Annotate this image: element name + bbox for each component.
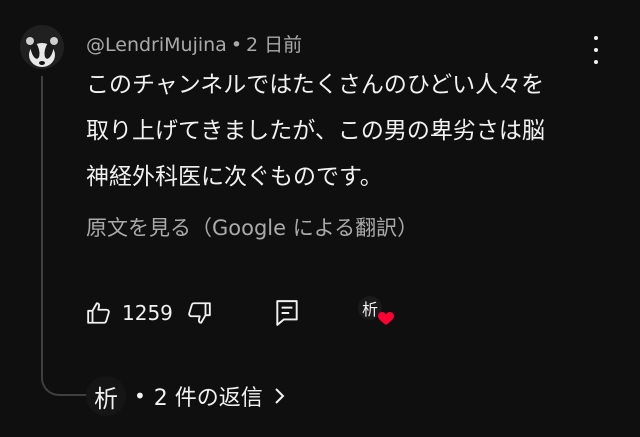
comment-time[interactable]: 2 日前 (246, 34, 302, 56)
like-count: 1259 (122, 301, 173, 325)
creator-heart-badge: 析 (358, 296, 394, 325)
thumb-up-icon (87, 302, 110, 324)
like-button[interactable]: 1259 (86, 296, 173, 330)
comment-line: 取り上げてきましたが、この男の卑劣さは脳 (86, 118, 545, 144)
comment-line: 神経外科医に次ぐものです。 (86, 164, 383, 190)
author-name[interactable]: @LendriMujina (86, 34, 227, 56)
creator-heart-icon (378, 312, 394, 325)
badger-avatar-image (20, 25, 64, 69)
reply-thread-line (41, 76, 87, 396)
replies-label: 2 件の返信 (153, 386, 263, 411)
dislike-button[interactable] (186, 296, 212, 330)
thumb-down-icon (188, 302, 211, 324)
comment-header: @LendriMujina • 2 日前 (86, 30, 302, 56)
replies-separator: • (134, 384, 146, 408)
comment-line: このチャンネルではたくさんのひどい人々を (86, 72, 545, 98)
view-replies-button[interactable]: 析 • 2 件の返信 (86, 374, 287, 418)
header-separator: • (230, 34, 243, 56)
comment-body: このチャンネルではたくさんのひどい人々を 取り上げてきましたが、この男の卑劣さは… (86, 62, 596, 200)
reply-avatar: 析 (86, 376, 126, 416)
reply-button[interactable] (274, 296, 300, 330)
chevron-right-icon (275, 388, 285, 404)
show-original-link[interactable]: 原文を見る（Google による翻訳） (86, 212, 418, 242)
reply-icon (276, 300, 298, 326)
author-avatar[interactable] (20, 25, 64, 69)
